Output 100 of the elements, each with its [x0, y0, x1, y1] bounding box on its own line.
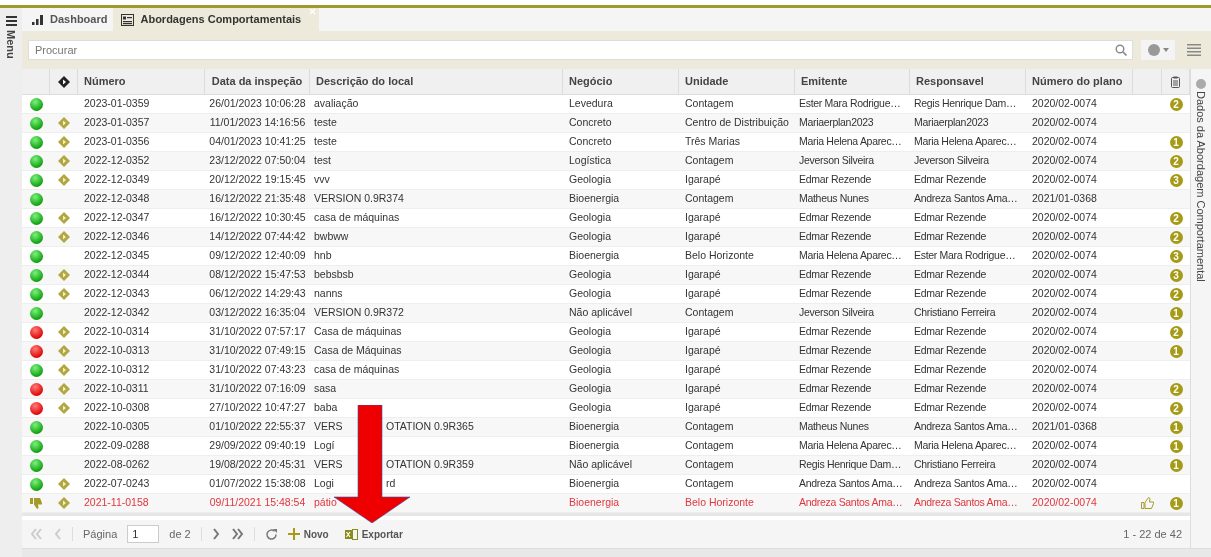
table-cell: 2020/02-0074 [1032, 115, 1097, 131]
table-cell: 06/12/2022 14:29:43 [209, 286, 306, 302]
table-cell: 31/10/2022 07:43:23 [209, 362, 306, 378]
table-cell: 2022-12-0352 [84, 153, 150, 169]
table-cell: 2022-10-0308 [84, 400, 150, 416]
menu-icon[interactable] [5, 16, 17, 26]
column-header[interactable]: Número [78, 69, 205, 94]
table-cell: 2022-12-0342 [84, 305, 150, 321]
table-cell: 2022-08-0262 [84, 457, 150, 473]
table-cell: sasa [314, 381, 337, 397]
next-page-icon[interactable] [211, 528, 220, 540]
tab[interactable]: Abordagens Comportamentais [113, 8, 320, 31]
new-button[interactable]: Novo [287, 526, 329, 542]
table-cell: avaliação [314, 96, 359, 112]
table-cell: Concreto [569, 134, 612, 150]
column-header[interactable]: Negócio [563, 69, 679, 94]
table-cell: Geologia [569, 267, 612, 283]
table-cell: Edmar Rezende [799, 267, 871, 283]
table-cell: 2021-11-0158 [84, 495, 149, 511]
table-cell: 2020/02-0074 [1032, 343, 1097, 359]
column-header[interactable]: Data da inspeção [205, 69, 310, 94]
table-cell: 14/12/2022 07:44:42 [209, 229, 306, 245]
table-cell: 2021/01-0368 [1032, 191, 1097, 207]
spreadsheet-icon [344, 528, 358, 540]
table-cell: Igarapé [685, 381, 721, 397]
status-filter-dropdown[interactable] [1141, 40, 1175, 60]
table-cell: Bioenergia [569, 438, 620, 454]
export-button[interactable]: Exportar [344, 526, 403, 542]
caret-icon [1162, 48, 1169, 52]
table-cell: Edmar Rezende [799, 400, 871, 416]
table-cell: 2022-12-0348 [84, 191, 150, 207]
previous-page-icon[interactable] [54, 528, 62, 540]
table-cell: 03/12/2022 16:35:04 [209, 305, 306, 321]
table-cell: test [314, 153, 331, 169]
table-cell: Andreza Santos Ama… [799, 476, 903, 492]
table-cell: Maria Helena Aparec… [799, 248, 902, 264]
table-cell: Contagem [685, 457, 734, 473]
table-cell: Bioenergia [569, 476, 620, 492]
table-cell: 2020/02-0074 [1032, 476, 1097, 492]
table-cell: Edmar Rezende [914, 324, 986, 340]
table-cell: 2020/02-0074 [1032, 134, 1097, 150]
column-header[interactable]: Responsavel [910, 69, 1026, 94]
table-cell: Geologia [569, 210, 612, 226]
table-cell: 16/12/2022 10:30:45 [209, 210, 306, 226]
table-cell: Geologia [569, 400, 612, 416]
table-cell: 2022-12-0349 [84, 172, 150, 188]
menu-label[interactable]: Menu [2, 30, 20, 59]
column-header[interactable]: Emitente [795, 69, 910, 94]
table-cell: Edmar Rezende [914, 286, 986, 302]
table-cell: 2022-09-0288 [84, 438, 150, 454]
table-cell: Jeverson Silveira [799, 153, 874, 169]
column-header[interactable]: Unidade [679, 69, 795, 94]
column-header[interactable]: Descrição do local [310, 69, 563, 94]
table-cell: pátio [314, 495, 337, 511]
table-cell: Contagem [685, 419, 734, 435]
table-cell: Edmar Rezende [914, 381, 986, 397]
count-badge: 2 [1169, 211, 1183, 225]
column-header[interactable]: Número do plano [1026, 69, 1133, 94]
table-cell: 01/10/2022 22:55:37 [209, 419, 306, 435]
table-cell: OTATION 0.9R359 [386, 457, 474, 473]
table-cell: Andreza Santos Ama… [914, 476, 1018, 492]
table-cell: 2022-10-0313 [84, 343, 150, 359]
count-badge: 3 [1169, 173, 1183, 187]
table-cell: Geologia [569, 229, 612, 245]
table-cell: Edmar Rezende [914, 400, 986, 416]
table-cell: Edmar Rezende [914, 210, 986, 226]
page-input[interactable]: 1 [127, 525, 160, 543]
list-icon[interactable] [1187, 44, 1201, 56]
table-cell: teste [314, 115, 337, 131]
table-cell: 2020/02-0074 [1032, 267, 1097, 283]
count-badge: 2 [1169, 325, 1183, 339]
search-icon[interactable] [1115, 44, 1127, 56]
refresh-icon[interactable] [264, 527, 278, 541]
panel-title[interactable]: Dados da Abordagem Comportamental [1192, 91, 1210, 282]
count-badge: 2 [1169, 154, 1183, 168]
table-cell: 2020/02-0074 [1032, 96, 1097, 112]
table-cell: Andreza Santos Ama… [914, 419, 1018, 435]
form-icon [121, 13, 135, 26]
table-cell: Regis Henrique Dam… [914, 96, 1017, 112]
count-badge: 1 [1169, 135, 1183, 149]
table-cell: VERSION 0.9R374 [314, 191, 404, 207]
table-cell: Matheus Nunes [799, 191, 869, 207]
table-cell: Mariaerplan2023 [914, 115, 989, 131]
table-cell: 2022-10-0305 [84, 419, 150, 435]
tab[interactable]: Dashboard [26, 8, 114, 31]
table-cell: 16/12/2022 21:35:48 [209, 191, 306, 207]
table-cell: Edmar Rezende [799, 343, 871, 359]
table-cell: 2022-12-0344 [84, 267, 150, 283]
table-cell: Não aplicável [569, 457, 633, 473]
table-cell: Geologia [569, 381, 612, 397]
table-cell: Andreza Santos Ama… [914, 191, 1018, 207]
table-cell: Geologia [569, 343, 612, 359]
table-cell: Igarapé [685, 267, 721, 283]
first-page-icon[interactable] [30, 528, 44, 540]
table-cell: Edmar Rezende [799, 324, 871, 340]
table-cell: hnb [314, 248, 332, 264]
search-field[interactable]: Procurar [28, 40, 1133, 60]
last-page-icon[interactable] [229, 528, 244, 540]
table-cell: 09/12/2022 12:40:09 [209, 248, 306, 264]
table-cell: Belo Horizonte [685, 248, 754, 264]
